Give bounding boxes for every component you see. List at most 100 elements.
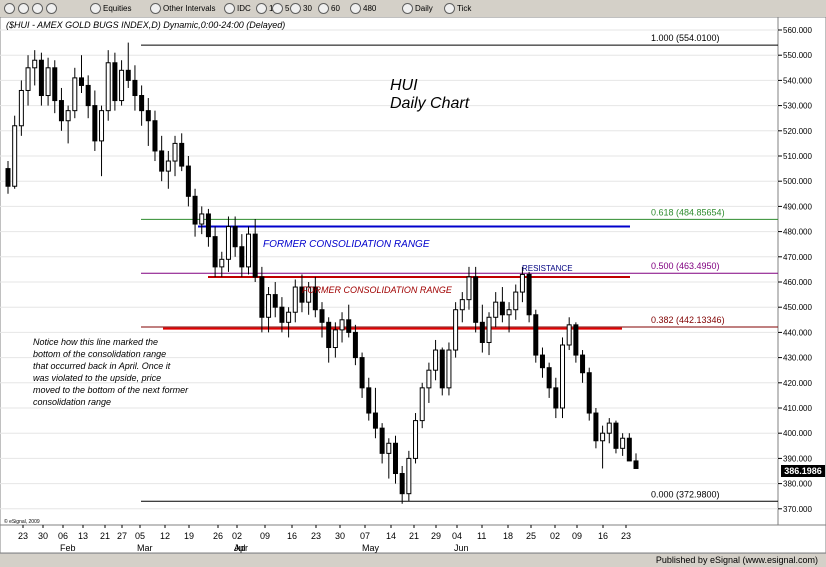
candle-up	[386, 442, 392, 454]
month-label: Jul	[234, 543, 246, 553]
candle-down	[85, 84, 91, 107]
x-tick-label: 27	[117, 531, 127, 541]
y-tick-label: 410.000	[783, 404, 812, 413]
candle-down	[272, 294, 278, 308]
candle-down	[78, 77, 84, 86]
candle-down	[52, 67, 58, 102]
x-tick-label: 16	[598, 531, 608, 541]
y-tick-label: 420.000	[783, 379, 812, 388]
candle-down	[439, 349, 445, 389]
x-tick-label: 09	[260, 531, 270, 541]
y-tick-label: 540.000	[783, 76, 812, 85]
toolbar-button[interactable]: 1	[256, 2, 273, 15]
y-tick-label: 550.000	[783, 51, 812, 60]
note-line: was violated to the upside, price	[33, 373, 161, 383]
toolbar-button[interactable]: Tick	[444, 2, 471, 15]
candle-down	[5, 168, 11, 187]
toolbar-button[interactable]: 5	[272, 2, 289, 15]
toolbar-button[interactable]: 480	[350, 2, 376, 15]
toolbar-button[interactable]: Daily	[402, 2, 433, 15]
candle-down	[192, 195, 198, 225]
candle-down	[366, 387, 372, 414]
x-tick-label: 12	[160, 531, 170, 541]
x-tick-label: 11	[477, 531, 486, 541]
candle-down	[205, 213, 211, 238]
y-tick-label: 490.000	[783, 202, 812, 211]
toolbar-button[interactable]	[32, 2, 45, 15]
chart-header: ($HUI - AMEX GOLD BUGS INDEX,D) Dynamic,…	[6, 20, 285, 30]
toolbar-button[interactable]	[18, 2, 31, 15]
candle-down	[125, 69, 131, 81]
crosshair-icon	[46, 3, 57, 15]
candle-up	[246, 233, 252, 268]
candle-up	[620, 437, 626, 449]
candle-up	[105, 62, 111, 112]
y-axis-panel	[777, 17, 826, 526]
candle-up	[519, 273, 525, 293]
nav-up-icon	[4, 3, 15, 15]
note-line: moved to the bottom of the next former	[33, 385, 189, 395]
candle-down	[132, 79, 138, 97]
month-label: Mar	[137, 543, 153, 553]
note-line: Notice how this line marked the	[33, 337, 158, 347]
toolbar-button[interactable]: Equities	[90, 2, 131, 15]
candle-down	[580, 354, 586, 374]
candle-down	[346, 319, 352, 333]
candle-up	[225, 226, 231, 260]
candle-up	[199, 213, 205, 225]
toolbar-button[interactable]	[46, 2, 59, 15]
candle-down	[145, 110, 151, 122]
y-tick-label: 470.000	[783, 253, 812, 262]
candle-up	[513, 291, 519, 311]
x-tick-label: 07	[360, 531, 370, 541]
x-tick-label: 05	[135, 531, 145, 541]
toolbar-button[interactable]	[4, 2, 17, 15]
toolbar-label: Daily	[415, 4, 433, 13]
x-tick-label: 23	[621, 531, 631, 541]
interval-icon	[256, 3, 267, 15]
candle-down	[593, 412, 599, 442]
candle-down	[546, 367, 552, 389]
footer: Published by eSignal (www.esignal.com)	[0, 553, 826, 567]
candle-down	[326, 321, 332, 349]
fib-level-label: 0.618 (484.85654)	[651, 207, 725, 217]
candle-down	[112, 62, 118, 102]
note-line: consolidation range	[33, 397, 111, 407]
toolbar-button[interactable]: IDC	[224, 2, 251, 15]
candle-down	[279, 306, 285, 323]
candle-down	[359, 357, 365, 389]
month-label: Feb	[60, 543, 76, 553]
candle-down	[159, 150, 165, 172]
y-tick-label: 520.000	[783, 127, 812, 136]
toolbar-label: 5	[285, 4, 290, 13]
price-chart: 1.000 (554.0100) 0.618 (484.85654) 0.500 (…	[0, 17, 826, 553]
y-tick-label: 380.000	[783, 480, 812, 489]
y-tick-label: 400.000	[783, 429, 812, 438]
candle-down	[352, 331, 358, 359]
toolbar-button[interactable]: 30	[290, 2, 312, 15]
toolbar-button[interactable]: 60	[318, 2, 340, 15]
candle-up	[466, 276, 472, 301]
x-tick-label: 30	[335, 531, 345, 541]
x-tick-label: 30	[38, 531, 48, 541]
candle-down	[392, 442, 398, 475]
candle-up	[119, 69, 125, 102]
x-tick-label: 19	[184, 531, 194, 541]
candle-down	[526, 273, 532, 316]
home-icon	[18, 3, 29, 15]
fib-level-label: 0.000 (372.9800)	[651, 489, 720, 499]
candle-down	[553, 387, 559, 409]
toolbar-label: 30	[303, 4, 312, 13]
candle-down	[152, 120, 158, 152]
candle-down	[139, 95, 145, 112]
toolbar: Equities Other Intervals IDC 1 5 30 60 480 Daily…	[0, 0, 826, 18]
candle-up	[486, 316, 492, 343]
x-tick-label: 23	[311, 531, 321, 541]
resistance-label: RESISTANCE	[522, 264, 573, 273]
candle-up	[453, 309, 459, 351]
x-tick-label: 23	[18, 531, 28, 541]
x-tick-label: 26	[213, 531, 223, 541]
candle-up	[433, 349, 439, 371]
toolbar-button[interactable]: Other Intervals	[150, 2, 215, 15]
candle-down	[533, 314, 539, 356]
